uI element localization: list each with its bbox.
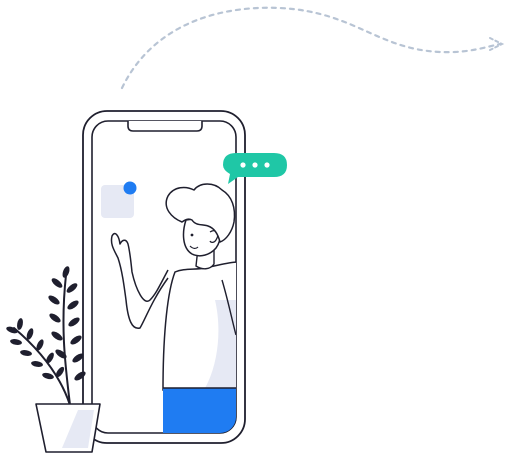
app-tile [101, 181, 137, 218]
chat-bubble-icon [223, 153, 287, 184]
arrow-head-icon [489, 37, 505, 51]
phone-person-illustration [6, 6, 505, 453]
dashed-flight-path [120, 6, 505, 90]
pants [163, 388, 236, 433]
illustration-stage [0, 0, 511, 459]
phone-notch [127, 121, 203, 132]
plant-leaves [6, 266, 86, 381]
ellipsis-icon [240, 162, 270, 168]
notification-dot-icon [123, 181, 137, 195]
eye [190, 233, 194, 237]
